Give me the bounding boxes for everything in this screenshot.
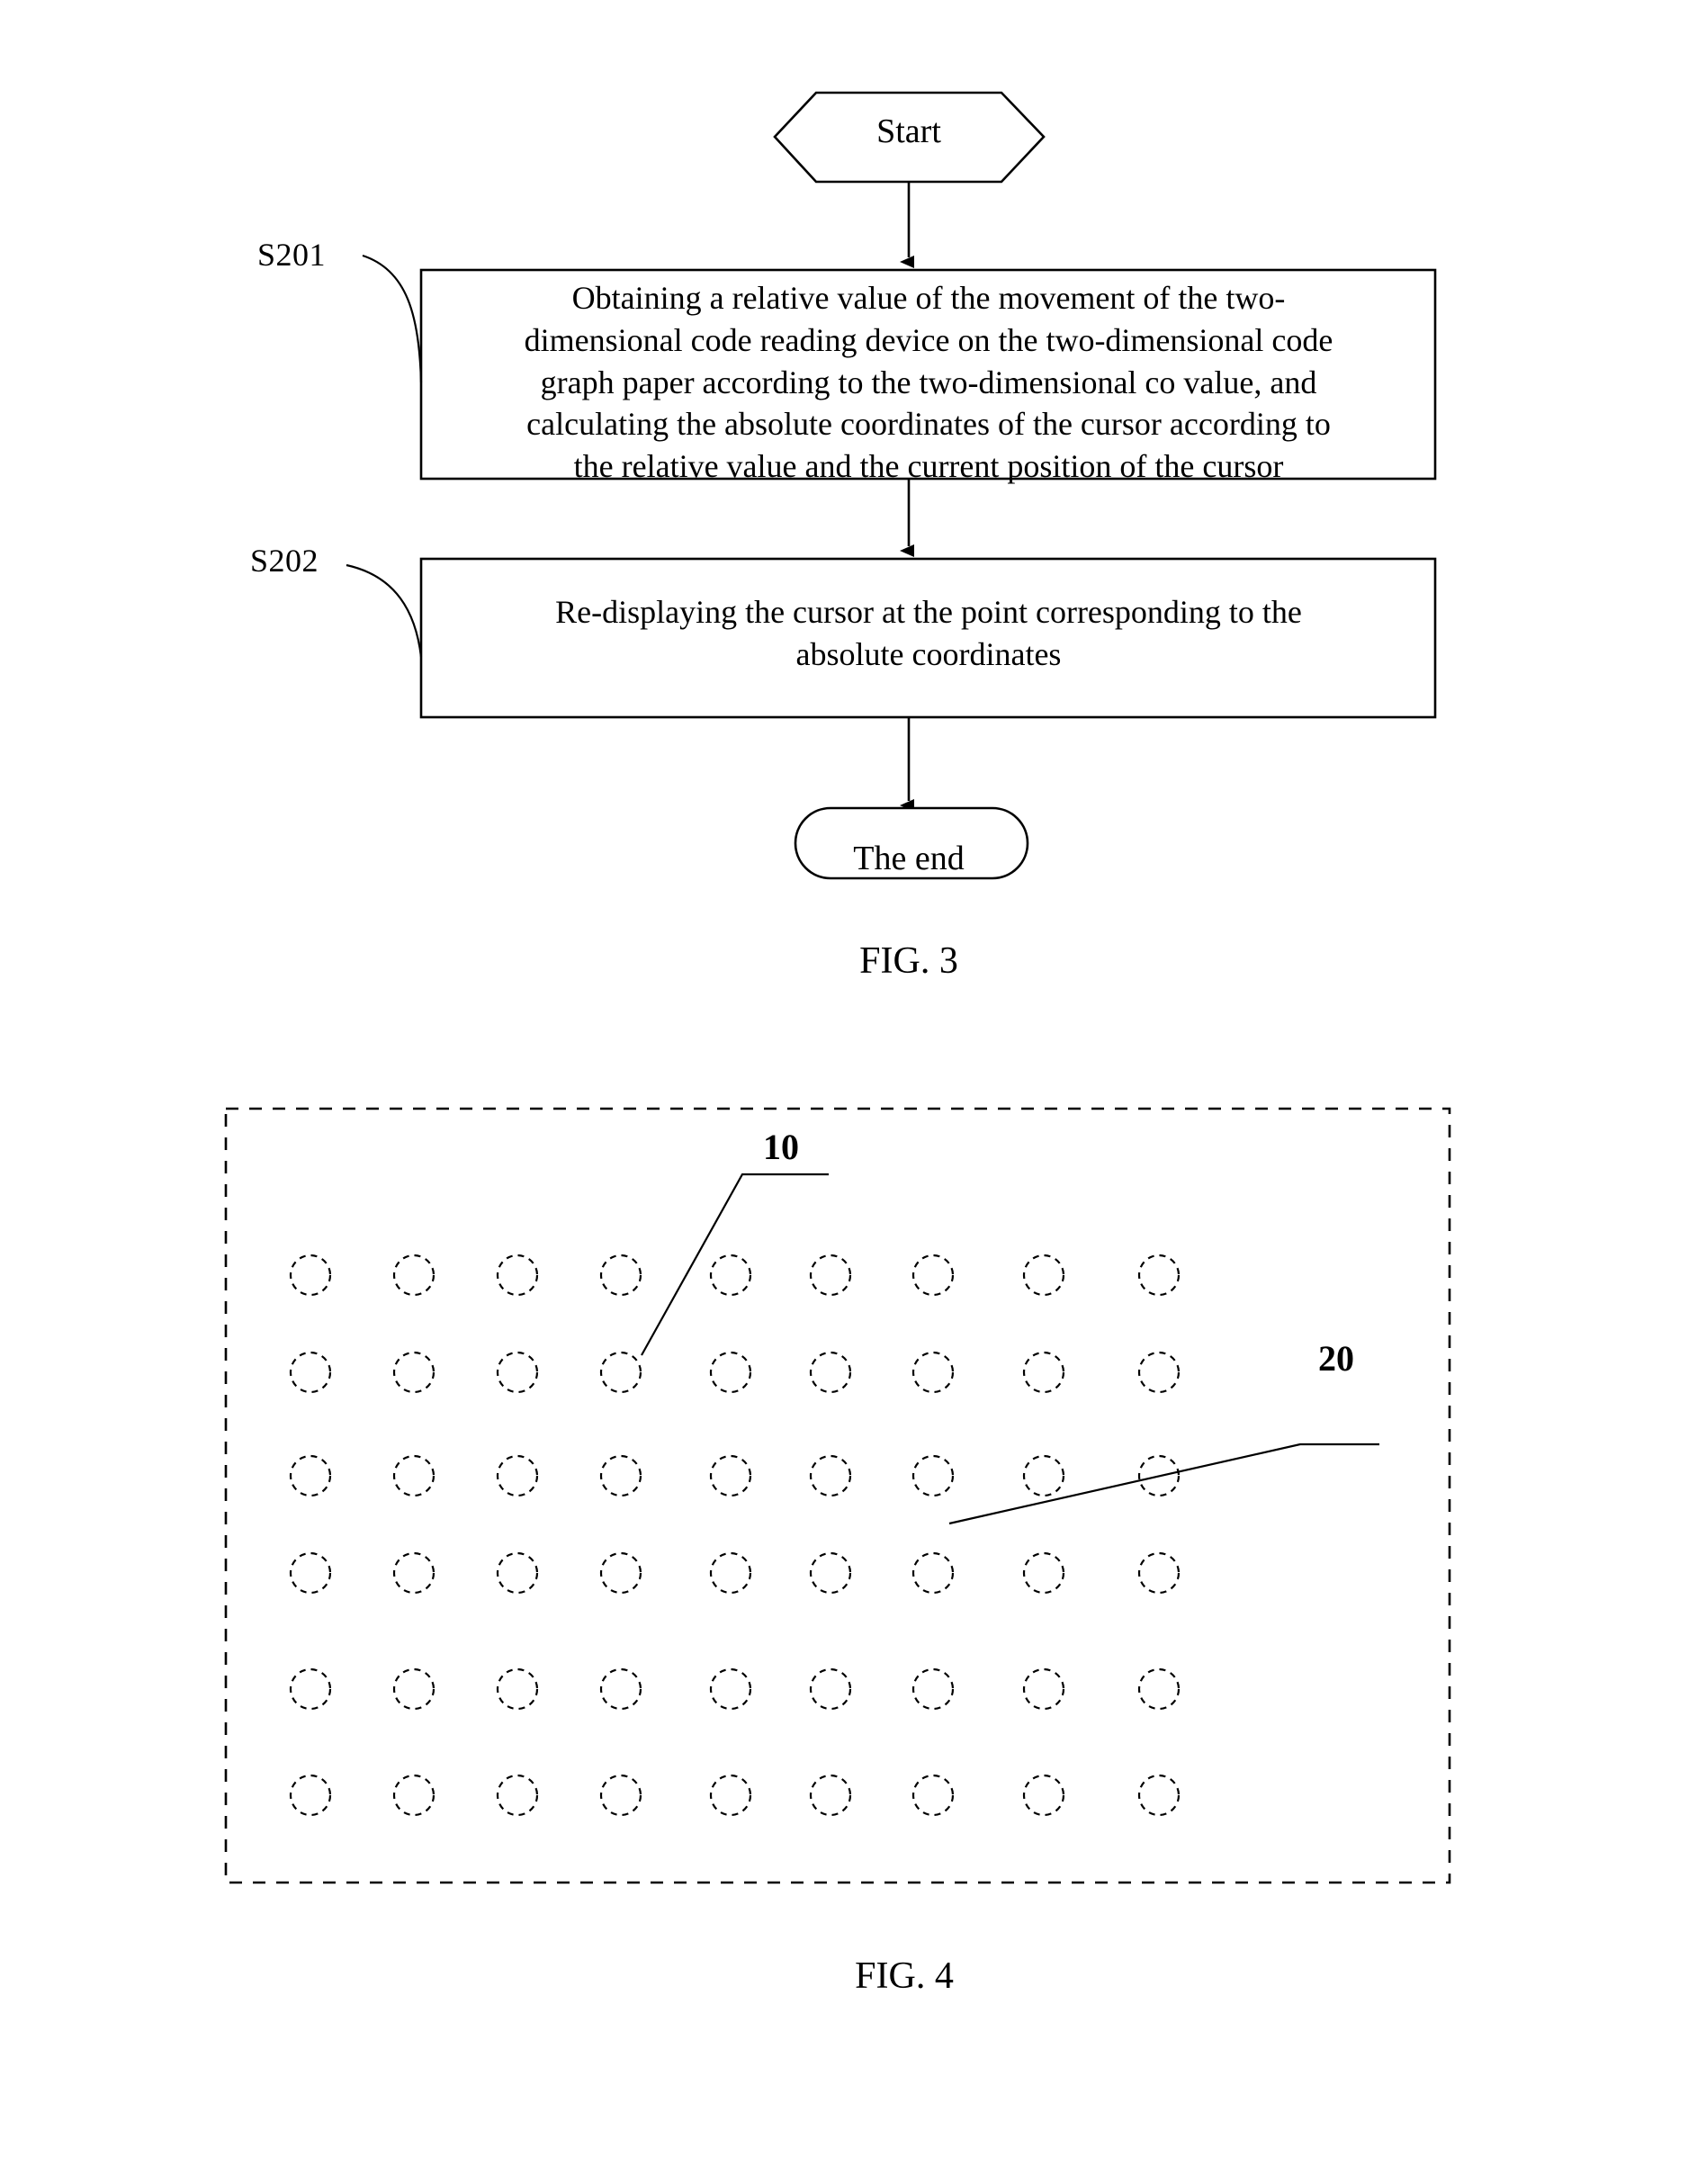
step-ref-s201: S201 bbox=[257, 237, 327, 273]
s201-leader-line bbox=[362, 254, 423, 383]
s202-leader-line bbox=[346, 563, 423, 658]
step-ref-s202: S202 bbox=[250, 543, 319, 579]
step1-box-text: Obtaining a relative value of the moveme… bbox=[430, 277, 1427, 488]
figure-4-caption: FIG. 4 bbox=[855, 1955, 954, 1997]
step1-line: the relative value and the current posit… bbox=[573, 448, 1284, 485]
figure-4-group bbox=[224, 1107, 1451, 1884]
step2-line: Re-displaying the cursor at the point co… bbox=[555, 594, 1302, 630]
figure-3-caption: FIG. 3 bbox=[859, 940, 958, 982]
step1-line: Obtaining a relative value of the moveme… bbox=[571, 280, 1286, 316]
start-terminator-label: Start bbox=[876, 112, 941, 150]
step1-line: graph paper according to the two-dimensi… bbox=[540, 364, 1317, 400]
step1-line: dimensional code reading device on the t… bbox=[524, 321, 1333, 358]
end-terminator-label: The end bbox=[853, 840, 965, 877]
patent-drawing-page: Start S201 Obtaining a relative value of… bbox=[0, 0, 1697, 2184]
step1-line: calculating the absolute coordinates of … bbox=[526, 406, 1331, 443]
step2-box-text: Re-displaying the cursor at the point co… bbox=[430, 591, 1427, 676]
step2-line: absolute coordinates bbox=[795, 635, 1062, 672]
callout-label-10: 10 bbox=[763, 1127, 799, 1167]
callout-label-20: 20 bbox=[1318, 1338, 1354, 1379]
